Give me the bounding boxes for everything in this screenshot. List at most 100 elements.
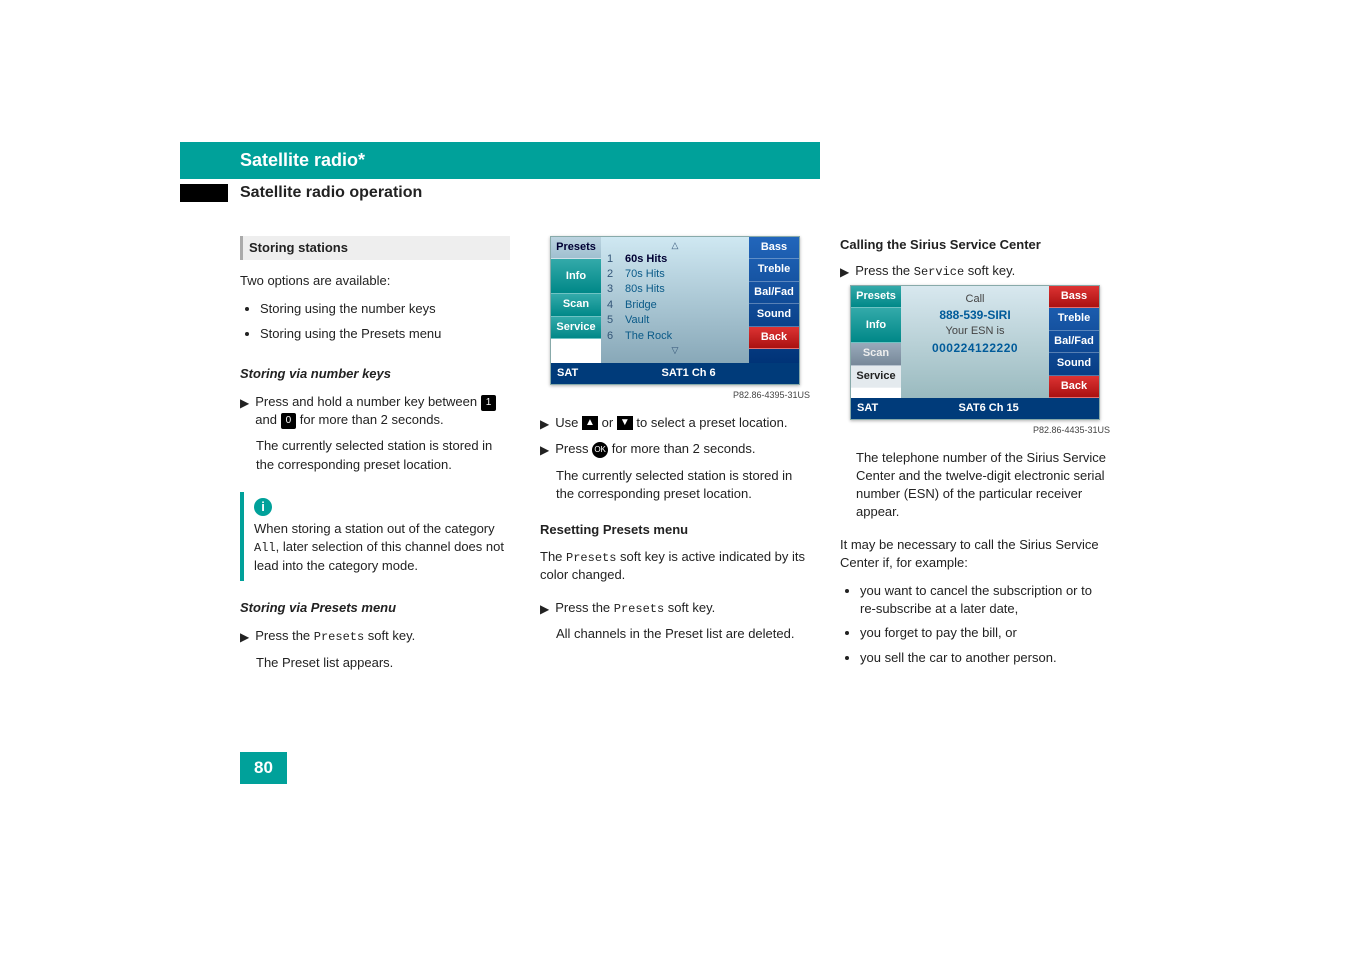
note-body: When storing a station out of the catego… [254,520,510,575]
heading-call-sirius: Calling the Sirius Service Center [840,236,1110,254]
heading-via-number-keys: Storing via number keys [240,365,510,383]
note-text-a: When storing a station out of the catego… [254,521,495,536]
step-press-ok: ▶ Press OK for more than 2 seconds. [540,440,810,459]
options-list: Storing using the number keys Storing us… [260,300,510,348]
page-number: 80 [240,752,287,784]
status-center: SAT6 Ch 15 [958,402,1018,414]
press-presets-b: soft key. [364,628,415,643]
figure-caption-1: P82.86-4395-31US [540,389,810,402]
softkey-sound: Sound [749,304,799,326]
step-arrow-icon: ▶ [540,416,549,433]
press-presets-a: Press the [255,628,314,643]
step-press-presets-2: ▶ Press the Presets soft key. [540,599,810,618]
chapter-title-text: Satellite radio* [240,150,365,170]
step-body: Press OK for more than 2 seconds. [555,440,810,459]
press-presets-b: soft key. [664,600,715,615]
reason-forget-bill: you forget to pay the bill, or [860,624,1110,642]
left-softkeys: Presets Info Scan Service [851,286,901,398]
option-presets-menu: Storing using the Presets menu [260,325,510,343]
option-number-keys: Storing using the number keys [260,300,510,318]
softkey-info: Info [551,259,601,294]
softkey-bass: Bass [749,237,799,259]
step-body: Press the Presets soft key. [255,627,510,646]
use-text-a: Use [555,415,578,430]
key-1-icon: 1 [481,395,497,411]
step-press-service: ▶ Press the Service soft key. [840,262,1110,281]
heading-reset-presets: Resetting Presets menu [540,521,810,539]
chapter-title: Satellite radio* [180,142,820,179]
service-info-pane: Call 888-539-SIRI Your ESN is 0002241222… [901,286,1049,398]
status-center: SAT1 Ch 6 [661,367,715,379]
softkey-treble: Treble [1049,308,1099,330]
softkey-info: Info [851,308,901,343]
stored-result-text-2: The currently selected station is stored… [556,467,810,503]
step-use-arrows: ▶ Use ▲ or ▼ to select a preset location… [540,414,810,433]
row-num: 6 [607,329,617,344]
row-title: 60s Hits [625,252,667,267]
scroll-down-icon: ▽ [607,344,743,357]
step-body: Use ▲ or ▼ to select a preset location. [555,414,810,433]
row-num: 5 [607,313,617,328]
status-sat: SAT [857,401,878,416]
row-title: Bridge [625,298,657,313]
figure-caption-2: P82.86-4435-31US [840,424,1110,437]
step-press-hold: ▶ Press and hold a number key between 1 … [240,393,510,429]
key-0-icon: 0 [281,413,297,429]
step-arrow-icon: ▶ [540,442,549,459]
ok-button-icon: OK [592,442,608,458]
step-body: Press and hold a number key between 1 an… [255,393,510,429]
phone-number: 888-539-SIRI [905,307,1045,324]
step-body: Press the Service soft key. [855,262,1110,281]
step-text-b: and [255,412,277,427]
row-num: 2 [607,267,617,282]
softkey-presets: Presets [851,286,901,308]
arrow-up-key-icon: ▲ [582,416,598,430]
row-num: 4 [607,298,617,313]
presets-softkey-label: Presets [614,602,664,616]
reason-cancel: you want to cancel the subscription or t… [860,582,1110,618]
press-service-a: Press the [855,263,914,278]
esn-label: Your ESN is [905,324,1045,339]
column-2: Presets Info Scan Service △ 160s Hits 27… [540,236,810,683]
status-bar: SAT SAT1 Ch 6 [551,363,799,384]
step-text-a: Press and hold a number key between [255,394,477,409]
softkey-scan: Scan [851,343,901,365]
softkey-treble: Treble [749,259,799,281]
preset-list-appears: The Preset list appears. [256,654,510,672]
press-ok-b: for more than 2 seconds. [612,441,756,456]
step-arrow-icon: ▶ [840,264,849,281]
step-press-presets: ▶ Press the Presets soft key. [240,627,510,646]
reset-result: All channels in the Preset list are dele… [556,625,810,643]
row-num: 3 [607,282,617,297]
arrow-down-key-icon: ▼ [617,416,633,430]
softkey-scan: Scan [551,294,601,316]
softkey-service: Service [551,317,601,339]
reset-intro-key: Presets [566,551,616,565]
softkey-back: Back [1049,376,1099,398]
row-title: Vault [625,313,649,328]
info-icon: i [254,498,272,516]
softkey-back: Back [749,327,799,349]
left-softkeys: Presets Info Scan Service [551,237,601,363]
row-title: The Rock [625,329,672,344]
service-softkey-label: Service [914,265,964,279]
column-1: Storing stations Two options are availab… [240,236,510,683]
preset-list-pane: △ 160s Hits 270s Hits 380s Hits 4Bridge … [601,237,749,363]
press-presets-a: Press the [555,600,614,615]
row-title: 80s Hits [625,282,665,297]
step-text-c: for more than 2 seconds. [300,412,444,427]
step-arrow-icon: ▶ [240,629,249,646]
intro-text: Two options are available: [240,272,510,290]
softkey-balfad: Bal/Fad [749,282,799,304]
section-subtitle: Satellite radio operation [180,184,422,202]
status-sat: SAT [557,366,578,381]
content-columns: Storing stations Two options are availab… [240,236,1151,683]
reasons-list: you want to cancel the subscription or t… [860,582,1110,673]
manual-page: Satellite radio* Satellite radio operati… [0,0,1351,954]
column-3: Calling the Sirius Service Center ▶ Pres… [840,236,1110,683]
softkey-bass: Bass [1049,286,1099,308]
service-display: Presets Info Scan Service Call 888-539-S… [850,285,1100,420]
reset-intro: The Presets soft key is active indicated… [540,548,810,585]
softkey-balfad: Bal/Fad [1049,331,1099,353]
status-bar-2: SAT SAT6 Ch 15 [851,398,1099,419]
